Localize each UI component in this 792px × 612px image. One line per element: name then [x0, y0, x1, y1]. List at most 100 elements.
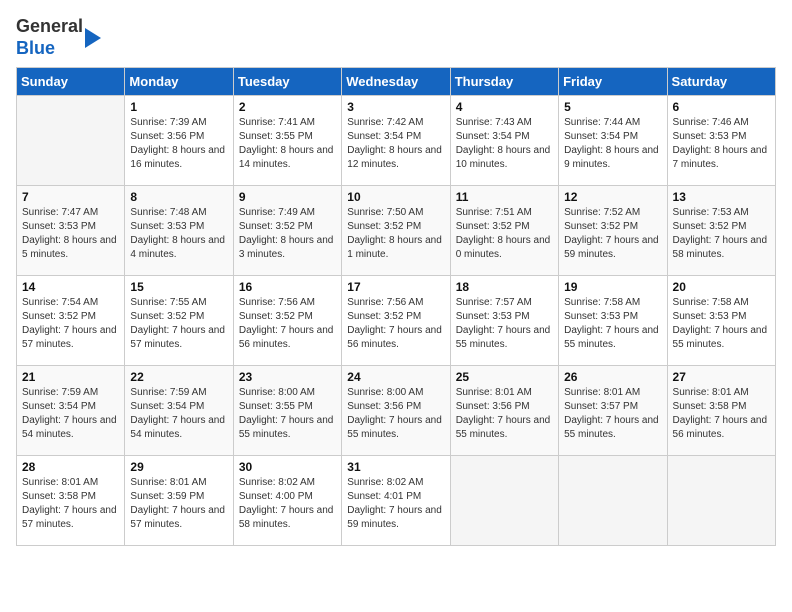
- calendar-cell: 28 Sunrise: 8:01 AM Sunset: 3:58 PM Dayl…: [17, 456, 125, 546]
- calendar-cell: 25 Sunrise: 8:01 AM Sunset: 3:56 PM Dayl…: [450, 366, 558, 456]
- sunset-time: Sunset: 3:59 PM: [130, 490, 227, 504]
- day-number: 27: [673, 370, 770, 384]
- sunset-time: Sunset: 3:54 PM: [456, 130, 553, 144]
- sunset-time: Sunset: 3:52 PM: [347, 220, 444, 234]
- day-number: 18: [456, 280, 553, 294]
- calendar-cell: 12 Sunrise: 7:52 AM Sunset: 3:52 PM Dayl…: [559, 186, 667, 276]
- calendar-cell: 4 Sunrise: 7:43 AM Sunset: 3:54 PM Dayli…: [450, 96, 558, 186]
- sunrise-time: Sunrise: 7:59 AM: [130, 386, 227, 400]
- calendar-cell: 1 Sunrise: 7:39 AM Sunset: 3:56 PM Dayli…: [125, 96, 233, 186]
- daylight-hours: Daylight: 7 hours and 54 minutes.: [130, 414, 227, 442]
- sunset-time: Sunset: 3:58 PM: [22, 490, 119, 504]
- daylight-hours: Daylight: 7 hours and 54 minutes.: [22, 414, 119, 442]
- daylight-hours: Daylight: 8 hours and 1 minute.: [347, 234, 444, 262]
- calendar-cell: 7 Sunrise: 7:47 AM Sunset: 3:53 PM Dayli…: [17, 186, 125, 276]
- calendar-cell: 24 Sunrise: 8:00 AM Sunset: 3:56 PM Dayl…: [342, 366, 450, 456]
- sunrise-time: Sunrise: 8:02 AM: [347, 476, 444, 490]
- daylight-hours: Daylight: 7 hours and 55 minutes.: [564, 414, 661, 442]
- sunrise-time: Sunrise: 7:53 AM: [673, 206, 770, 220]
- sunrise-time: Sunrise: 8:01 AM: [564, 386, 661, 400]
- day-info: Sunrise: 7:41 AM Sunset: 3:55 PM Dayligh…: [239, 116, 336, 172]
- daylight-hours: Daylight: 8 hours and 4 minutes.: [130, 234, 227, 262]
- calendar-cell: 9 Sunrise: 7:49 AM Sunset: 3:52 PM Dayli…: [233, 186, 341, 276]
- sunset-time: Sunset: 3:54 PM: [564, 130, 661, 144]
- weekday-header: Monday: [125, 68, 233, 96]
- calendar-cell: 31 Sunrise: 8:02 AM Sunset: 4:01 PM Dayl…: [342, 456, 450, 546]
- sunset-time: Sunset: 4:01 PM: [347, 490, 444, 504]
- day-number: 29: [130, 460, 227, 474]
- calendar-week-row: 28 Sunrise: 8:01 AM Sunset: 3:58 PM Dayl…: [17, 456, 776, 546]
- calendar-cell: 19 Sunrise: 7:58 AM Sunset: 3:53 PM Dayl…: [559, 276, 667, 366]
- daylight-hours: Daylight: 7 hours and 57 minutes.: [22, 324, 119, 352]
- day-number: 10: [347, 190, 444, 204]
- sunset-time: Sunset: 4:00 PM: [239, 490, 336, 504]
- daylight-hours: Daylight: 7 hours and 55 minutes.: [673, 324, 770, 352]
- sunrise-time: Sunrise: 7:50 AM: [347, 206, 444, 220]
- day-info: Sunrise: 7:57 AM Sunset: 3:53 PM Dayligh…: [456, 296, 553, 352]
- daylight-hours: Daylight: 7 hours and 55 minutes.: [456, 414, 553, 442]
- calendar-cell: 16 Sunrise: 7:56 AM Sunset: 3:52 PM Dayl…: [233, 276, 341, 366]
- daylight-hours: Daylight: 7 hours and 55 minutes.: [239, 414, 336, 442]
- calendar-cell: 14 Sunrise: 7:54 AM Sunset: 3:52 PM Dayl…: [17, 276, 125, 366]
- day-info: Sunrise: 7:54 AM Sunset: 3:52 PM Dayligh…: [22, 296, 119, 352]
- sunset-time: Sunset: 3:52 PM: [239, 310, 336, 324]
- sunset-time: Sunset: 3:53 PM: [130, 220, 227, 234]
- sunset-time: Sunset: 3:53 PM: [673, 310, 770, 324]
- day-number: 20: [673, 280, 770, 294]
- day-info: Sunrise: 7:49 AM Sunset: 3:52 PM Dayligh…: [239, 206, 336, 262]
- daylight-hours: Daylight: 8 hours and 7 minutes.: [673, 144, 770, 172]
- daylight-hours: Daylight: 7 hours and 59 minutes.: [347, 504, 444, 532]
- sunset-time: Sunset: 3:53 PM: [456, 310, 553, 324]
- daylight-hours: Daylight: 8 hours and 16 minutes.: [130, 144, 227, 172]
- logo-chevron-icon: [85, 20, 105, 56]
- sunrise-time: Sunrise: 8:00 AM: [347, 386, 444, 400]
- daylight-hours: Daylight: 7 hours and 57 minutes.: [130, 504, 227, 532]
- sunset-time: Sunset: 3:55 PM: [239, 400, 336, 414]
- calendar-cell: 22 Sunrise: 7:59 AM Sunset: 3:54 PM Dayl…: [125, 366, 233, 456]
- daylight-hours: Daylight: 7 hours and 58 minutes.: [239, 504, 336, 532]
- weekday-header: Thursday: [450, 68, 558, 96]
- weekday-header: Sunday: [17, 68, 125, 96]
- day-info: Sunrise: 7:55 AM Sunset: 3:52 PM Dayligh…: [130, 296, 227, 352]
- day-info: Sunrise: 7:43 AM Sunset: 3:54 PM Dayligh…: [456, 116, 553, 172]
- sunset-time: Sunset: 3:53 PM: [673, 130, 770, 144]
- calendar-week-row: 7 Sunrise: 7:47 AM Sunset: 3:53 PM Dayli…: [17, 186, 776, 276]
- day-info: Sunrise: 7:44 AM Sunset: 3:54 PM Dayligh…: [564, 116, 661, 172]
- calendar-cell: 10 Sunrise: 7:50 AM Sunset: 3:52 PM Dayl…: [342, 186, 450, 276]
- calendar-cell: 17 Sunrise: 7:56 AM Sunset: 3:52 PM Dayl…: [342, 276, 450, 366]
- day-info: Sunrise: 7:59 AM Sunset: 3:54 PM Dayligh…: [22, 386, 119, 442]
- daylight-hours: Daylight: 7 hours and 55 minutes.: [564, 324, 661, 352]
- calendar-cell: 5 Sunrise: 7:44 AM Sunset: 3:54 PM Dayli…: [559, 96, 667, 186]
- day-number: 6: [673, 100, 770, 114]
- daylight-hours: Daylight: 8 hours and 3 minutes.: [239, 234, 336, 262]
- day-info: Sunrise: 7:51 AM Sunset: 3:52 PM Dayligh…: [456, 206, 553, 262]
- sunrise-time: Sunrise: 7:55 AM: [130, 296, 227, 310]
- daylight-hours: Daylight: 8 hours and 14 minutes.: [239, 144, 336, 172]
- logo-text-blue: Blue: [16, 38, 55, 58]
- day-info: Sunrise: 7:56 AM Sunset: 3:52 PM Dayligh…: [347, 296, 444, 352]
- day-info: Sunrise: 7:59 AM Sunset: 3:54 PM Dayligh…: [130, 386, 227, 442]
- daylight-hours: Daylight: 8 hours and 0 minutes.: [456, 234, 553, 262]
- daylight-hours: Daylight: 7 hours and 55 minutes.: [456, 324, 553, 352]
- calendar-cell: [667, 456, 775, 546]
- day-info: Sunrise: 8:01 AM Sunset: 3:57 PM Dayligh…: [564, 386, 661, 442]
- day-info: Sunrise: 8:01 AM Sunset: 3:56 PM Dayligh…: [456, 386, 553, 442]
- calendar-cell: 29 Sunrise: 8:01 AM Sunset: 3:59 PM Dayl…: [125, 456, 233, 546]
- day-number: 9: [239, 190, 336, 204]
- logo: General Blue: [16, 16, 105, 59]
- daylight-hours: Daylight: 7 hours and 59 minutes.: [564, 234, 661, 262]
- calendar-cell: 2 Sunrise: 7:41 AM Sunset: 3:55 PM Dayli…: [233, 96, 341, 186]
- calendar-header-row: SundayMondayTuesdayWednesdayThursdayFrid…: [17, 68, 776, 96]
- day-number: 22: [130, 370, 227, 384]
- sunset-time: Sunset: 3:52 PM: [239, 220, 336, 234]
- day-number: 14: [22, 280, 119, 294]
- day-number: 26: [564, 370, 661, 384]
- sunset-time: Sunset: 3:58 PM: [673, 400, 770, 414]
- calendar-table: SundayMondayTuesdayWednesdayThursdayFrid…: [16, 67, 776, 546]
- day-info: Sunrise: 7:48 AM Sunset: 3:53 PM Dayligh…: [130, 206, 227, 262]
- sunrise-time: Sunrise: 8:02 AM: [239, 476, 336, 490]
- sunset-time: Sunset: 3:52 PM: [673, 220, 770, 234]
- calendar-cell: 20 Sunrise: 7:58 AM Sunset: 3:53 PM Dayl…: [667, 276, 775, 366]
- calendar-week-row: 21 Sunrise: 7:59 AM Sunset: 3:54 PM Dayl…: [17, 366, 776, 456]
- sunset-time: Sunset: 3:52 PM: [347, 310, 444, 324]
